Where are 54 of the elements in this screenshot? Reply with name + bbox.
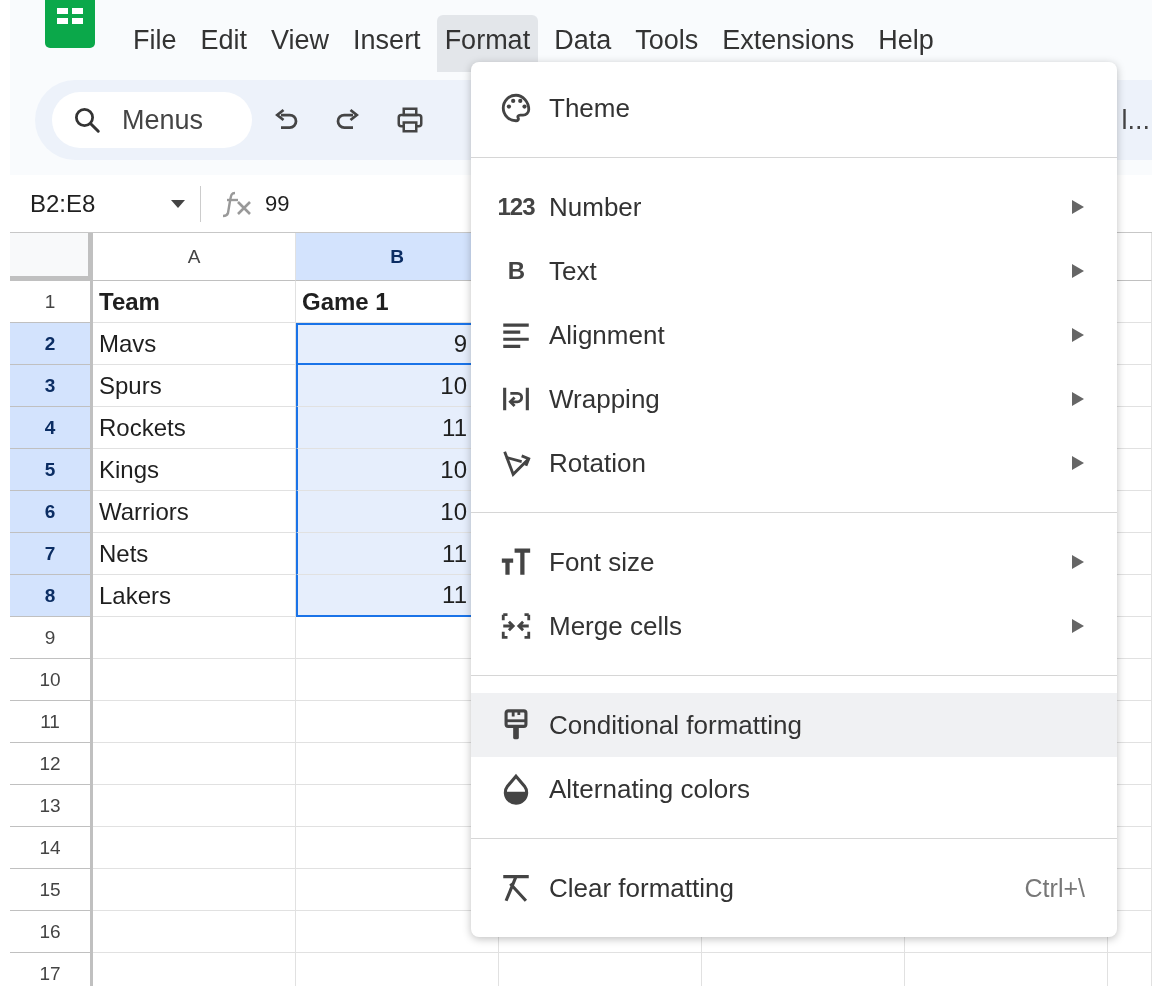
row-header[interactable]: 6 — [10, 491, 93, 533]
formula-icon — [221, 189, 253, 218]
menu-label: Merge cells — [549, 610, 683, 642]
search-icon — [72, 105, 102, 135]
row-header[interactable]: 7 — [10, 533, 93, 575]
menu-item[interactable]: Insert — [345, 14, 429, 66]
menu-item[interactable]: Help — [870, 14, 942, 66]
menu-label: Alternating colors — [549, 773, 751, 805]
row-header[interactable]: 8 — [10, 575, 93, 617]
row-header[interactable]: 12 — [10, 743, 93, 785]
formula-value[interactable]: 99 — [265, 190, 290, 217]
menu-item[interactable]: File — [125, 14, 185, 66]
corner-cell[interactable] — [10, 233, 93, 281]
menu-item[interactable]: Data — [546, 14, 620, 66]
name-box[interactable]: B2:E8 — [10, 189, 170, 218]
row-header[interactable]: 15 — [10, 869, 93, 911]
row-header[interactable]: 10 — [10, 659, 93, 701]
shortcut-text: Ctrl+\ — [1024, 873, 1085, 903]
menu-label: Alignment — [549, 319, 666, 351]
menu-label: Font size — [549, 546, 656, 578]
row-header[interactable]: 14 — [10, 827, 93, 869]
dropdown-icon[interactable] — [170, 198, 186, 209]
toolbar-text: l... — [1121, 104, 1150, 136]
menu-label: Clear formatting — [549, 872, 735, 904]
row-header[interactable]: 13 — [10, 785, 93, 827]
menu-item[interactable]: View — [263, 14, 338, 66]
format-glyph-icon: B — [497, 257, 535, 285]
menu-item[interactable]: Alternating colors — [471, 757, 1117, 821]
row-header[interactable]: 11 — [10, 701, 93, 743]
row-header[interactable]: 16 — [10, 911, 93, 953]
menu-label: Theme — [549, 92, 631, 124]
search-box[interactable]: Menus — [52, 92, 252, 148]
menu-label: Conditional formatting — [549, 709, 803, 741]
menu-item[interactable]: Extensions — [714, 14, 863, 66]
menu-label: Number — [549, 191, 643, 223]
format-glyph-icon: 123 — [497, 193, 535, 221]
search-field[interactable]: Menus — [120, 103, 234, 137]
menu-label: Wrapping — [549, 383, 661, 415]
menu-item[interactable]: Clear formatting Ctrl+\ — [471, 856, 1117, 920]
menu-label: Rotation — [549, 447, 647, 479]
row-header[interactable]: 9 — [10, 617, 93, 659]
menu-item[interactable]: Edit — [192, 14, 256, 66]
menu-item[interactable]: Tools — [627, 14, 707, 66]
menu-item[interactable]: Conditional formatting — [471, 693, 1117, 757]
menu-item[interactable]: Theme — [471, 76, 1117, 140]
menu-label: Text — [549, 255, 598, 287]
row-header[interactable]: 4 — [10, 407, 93, 449]
table-cell: Team — [93, 281, 296, 323]
row-header[interactable]: 3 — [10, 365, 93, 407]
row-header[interactable]: 2 — [10, 323, 93, 365]
row-header[interactable]: 5 — [10, 449, 93, 491]
row-header[interactable]: 17 — [10, 953, 93, 986]
printer-icon[interactable] — [395, 105, 425, 135]
column-header[interactable]: A — [93, 233, 296, 281]
